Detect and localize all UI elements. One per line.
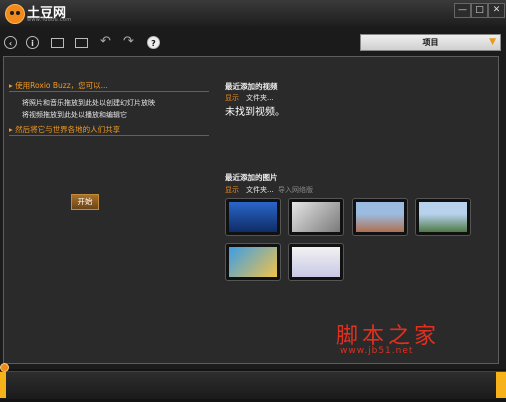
divider xyxy=(9,91,209,92)
photos-folder-tab[interactable]: 文件夹... xyxy=(246,185,274,195)
recent-videos-title: 最近添加的视频 xyxy=(225,82,278,91)
timeline-track[interactable] xyxy=(0,371,506,399)
divider xyxy=(9,135,209,136)
intro-line-photos: 将照片和音乐拖放到此处以创建幻灯片放映 xyxy=(22,99,155,107)
info-icon[interactable]: i xyxy=(26,36,39,49)
intro-line-videos: 将视频拖放到此处以播放和编辑它 xyxy=(22,111,127,119)
photo-thumbnail[interactable] xyxy=(288,243,344,281)
photo-thumbnail[interactable] xyxy=(415,198,471,236)
help-icon[interactable]: ? xyxy=(147,36,160,49)
project-dropdown[interactable]: 项目 ▼ xyxy=(360,34,501,51)
photo-thumbnail[interactable] xyxy=(352,198,408,236)
recent-photos-title: 最近添加的图片 xyxy=(225,173,278,182)
minimize-button[interactable]: — xyxy=(454,3,471,18)
start-button[interactable]: 开始 xyxy=(71,194,99,210)
photo-thumbnail[interactable] xyxy=(225,243,281,281)
redo-icon[interactable]: ↷ xyxy=(123,34,134,49)
photo-thumbnail[interactable] xyxy=(225,198,281,236)
project-dropdown-label: 项目 xyxy=(422,38,439,47)
photos-show-tab[interactable]: 显示 xyxy=(225,185,239,195)
playhead-handle[interactable] xyxy=(0,363,9,372)
videos-folder-tab[interactable]: 文件夹... xyxy=(246,93,274,103)
fullscreen-icon[interactable] xyxy=(75,38,88,48)
chevron-down-icon: ▼ xyxy=(489,37,496,47)
back-icon[interactable]: ‹ xyxy=(4,36,17,49)
photo-thumbnail[interactable] xyxy=(288,198,344,236)
camera-icon[interactable] xyxy=(51,38,64,48)
tudou-logo-icon xyxy=(5,4,25,24)
timeline-end-marker[interactable] xyxy=(496,372,506,398)
title-bar: 土豆网 www.Tudou.com — □ ✕ xyxy=(0,0,506,26)
videos-empty-message: 未找到视频。 xyxy=(225,107,285,118)
app-subtitle: www.Tudou.com xyxy=(27,17,72,23)
timeline-start-marker[interactable] xyxy=(0,372,6,398)
undo-icon[interactable]: ↶ xyxy=(100,34,111,49)
watermark-url: www.jb51.net xyxy=(340,346,414,356)
photos-import-tab[interactable]: 导入网络版 xyxy=(278,185,313,195)
share-heading: ▸ 然后将它与世界各地的人们共享 xyxy=(9,125,121,134)
close-button[interactable]: ✕ xyxy=(488,3,505,18)
intro-heading: ▸ 使用Roxio Buzz，您可以... xyxy=(9,81,108,90)
maximize-button[interactable]: □ xyxy=(471,3,488,18)
videos-show-tab[interactable]: 显示 xyxy=(225,93,239,103)
